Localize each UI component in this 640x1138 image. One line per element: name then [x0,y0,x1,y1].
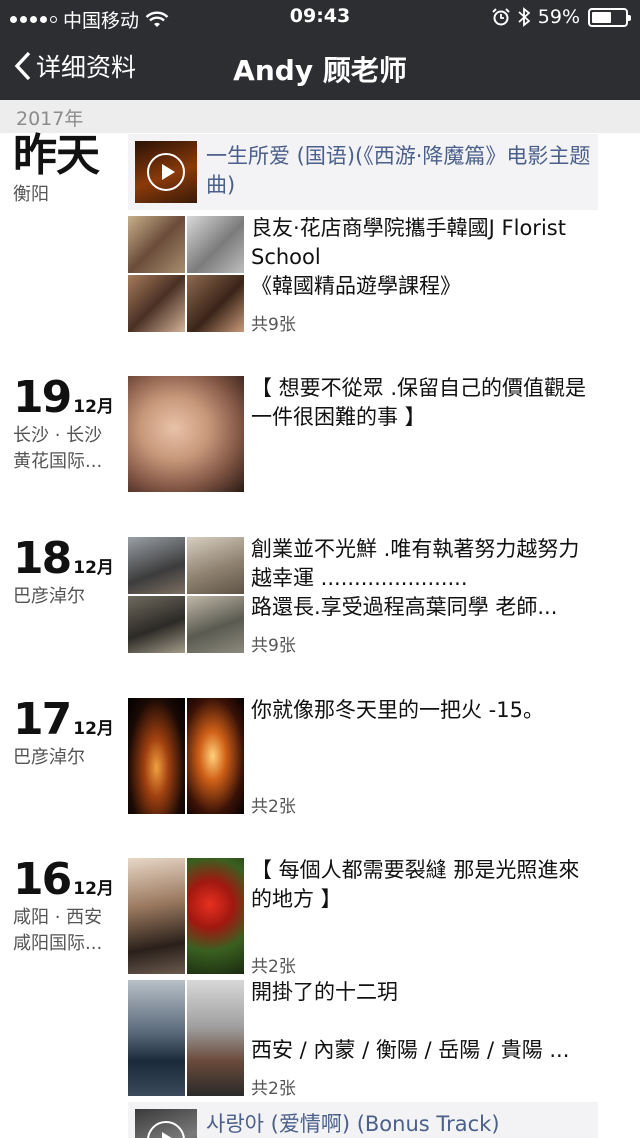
album-cover [135,1109,197,1138]
battery-icon [588,7,631,27]
album-cover [135,141,197,203]
nav-bar: 详细资料 Andy 顾老师 [0,34,640,100]
photo-grid [128,537,244,653]
post-text: 【 每個人都需要裂縫 那是光照進來的地方 】 [251,858,580,911]
photo-count: 共2张 [251,1079,296,1099]
photo-thumbnail [128,216,185,273]
photo-thumbnail [128,376,244,492]
page-title: Andy 顾老师 [233,54,407,87]
location-label: 巴彦淖尔 [13,586,85,607]
date-label: 昨天 [13,130,100,181]
location-label: 衡阳 [13,184,49,205]
photo-thumbnail [128,698,185,814]
status-bar: 中国移动 09:43 59% [0,0,640,34]
photo-thumbnail [187,698,244,814]
date-month: 12月 [73,397,114,417]
photo-thumbnail [187,216,244,273]
photo-thumbnail [187,275,244,332]
post-text: 開掛了的十二玥 西安 / 內蒙 / 衡陽 / 岳陽 / 貴陽 ... [251,980,570,1062]
date-month: 12月 [73,558,114,578]
location-label: 咸阳 · 西安 [13,907,103,928]
date-month: 12月 [73,879,114,899]
location-label: 咸阳国际... [13,933,103,954]
play-icon[interactable] [147,153,185,191]
photo-thumbnail [128,537,185,594]
music-post[interactable]: 사랑아 (爱情啊) (Bonus Track) [128,1102,598,1138]
date-day: 17 [13,694,72,745]
alarm-icon [492,8,510,26]
location-label: 长沙 · 长沙 [13,425,103,446]
photo-thumbnail [128,275,185,332]
battery-percent: 59% [537,6,580,28]
photo-count: 共9张 [251,636,296,656]
photo-thumbnail [128,596,185,653]
post-text: 良友·花店商學院攜手韓國J Florist School 《韓國精品遊學課程》 [251,216,566,298]
top-bar: 中国移动 09:43 59% 详细资料 Andy 顾老师 [0,0,640,100]
date-month: 12月 [73,719,114,739]
post-text: 你就像那冬天里的一把火 -15。 [251,698,544,722]
music-title: 一生所爱 (国语)(《西游·降魔篇》电影主题曲) [206,144,591,197]
photo-grid [128,216,244,332]
year-header: 2017年 [0,100,640,133]
music-title: 사랑아 (爱情啊) (Bonus Track) [206,1112,500,1136]
photo-count: 共2张 [251,797,296,817]
date-day: 16 [13,854,72,905]
photo-thumbnail [187,980,244,1096]
photo-thumbnail [128,858,185,974]
post-text: 創業並不光鮮 .唯有執著努力越努力越幸運 ...................… [251,537,580,619]
location-label: 黄花国际... [13,451,103,472]
photo-thumbnail [187,596,244,653]
photo-count: 共9张 [251,315,296,335]
post-text: 【 想要不從眾 .保留自己的價值觀是一件很困難的事 】 [251,376,587,429]
location-label: 巴彦淖尔 [13,747,85,768]
date-day: 18 [13,533,72,584]
photo-thumbnail [187,858,244,974]
photo-count: 共2张 [251,957,296,977]
photo-thumbnail [187,537,244,594]
music-post[interactable]: 一生所爱 (国语)(《西游·降魔篇》电影主题曲) [128,134,598,210]
date-day: 19 [13,372,72,423]
photo-thumbnail [128,980,185,1096]
bluetooth-icon [518,7,530,27]
play-icon[interactable] [147,1121,185,1138]
